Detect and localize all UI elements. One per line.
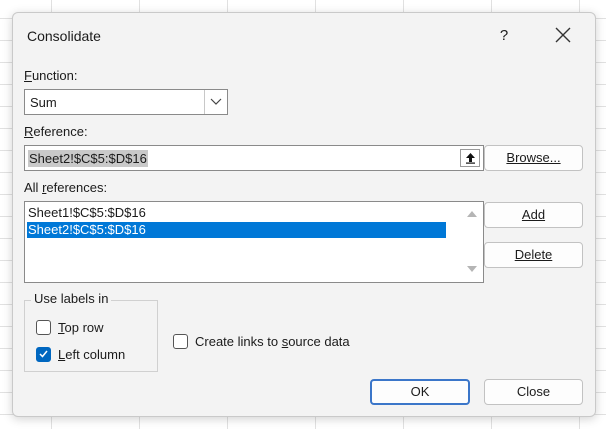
close-button[interactable]: Close <box>484 379 583 405</box>
all-references-label: All references: <box>24 180 108 195</box>
use-labels-group: Use labels in Top row Left column <box>24 291 158 372</box>
close-icon[interactable] <box>551 23 575 47</box>
function-select-value: Sum <box>30 95 57 110</box>
create-links-label[interactable]: Create links to source data <box>195 334 350 349</box>
checkmark-icon <box>39 350 48 358</box>
scroll-up-icon <box>467 211 477 217</box>
top-row-label[interactable]: Top row <box>58 320 104 335</box>
list-item[interactable]: Sheet1!$C$5:$D$16 <box>27 205 446 221</box>
scroll-down-icon <box>467 266 477 272</box>
collapse-dialog-button[interactable] <box>460 149 480 167</box>
ok-button[interactable]: OK <box>370 379 470 405</box>
create-links-checkbox[interactable] <box>173 334 188 349</box>
vertical-scrollbar[interactable] <box>461 202 483 282</box>
function-select[interactable]: Sum <box>24 89 228 115</box>
use-labels-title: Use labels in <box>31 291 112 306</box>
dialog-title: Consolidate <box>27 28 101 44</box>
help-button[interactable]: ? <box>497 27 511 44</box>
function-label: Function: <box>24 68 78 83</box>
reference-input[interactable]: Sheet2!$C$5:$D$16 <box>24 145 484 171</box>
list-item-selected[interactable]: Sheet2!$C$5:$D$16 <box>27 222 446 238</box>
top-row-checkbox[interactable] <box>36 320 51 335</box>
consolidate-dialog: Consolidate ? Function: Sum Reference: S… <box>12 12 596 417</box>
browse-button[interactable]: Browse... <box>484 145 583 171</box>
left-column-label[interactable]: Left column <box>58 347 125 362</box>
left-column-checkbox[interactable] <box>36 347 51 362</box>
references-listbox[interactable]: Sheet1!$C$5:$D$16 Sheet2!$C$5:$D$16 <box>24 201 484 283</box>
reference-input-value: Sheet2!$C$5:$D$16 <box>28 150 148 167</box>
add-button[interactable]: Add <box>484 202 583 228</box>
chevron-down-icon[interactable] <box>204 90 227 114</box>
delete-button[interactable]: Delete <box>484 242 583 268</box>
upload-arrow-icon <box>466 153 475 164</box>
reference-label: Reference: <box>24 124 88 139</box>
